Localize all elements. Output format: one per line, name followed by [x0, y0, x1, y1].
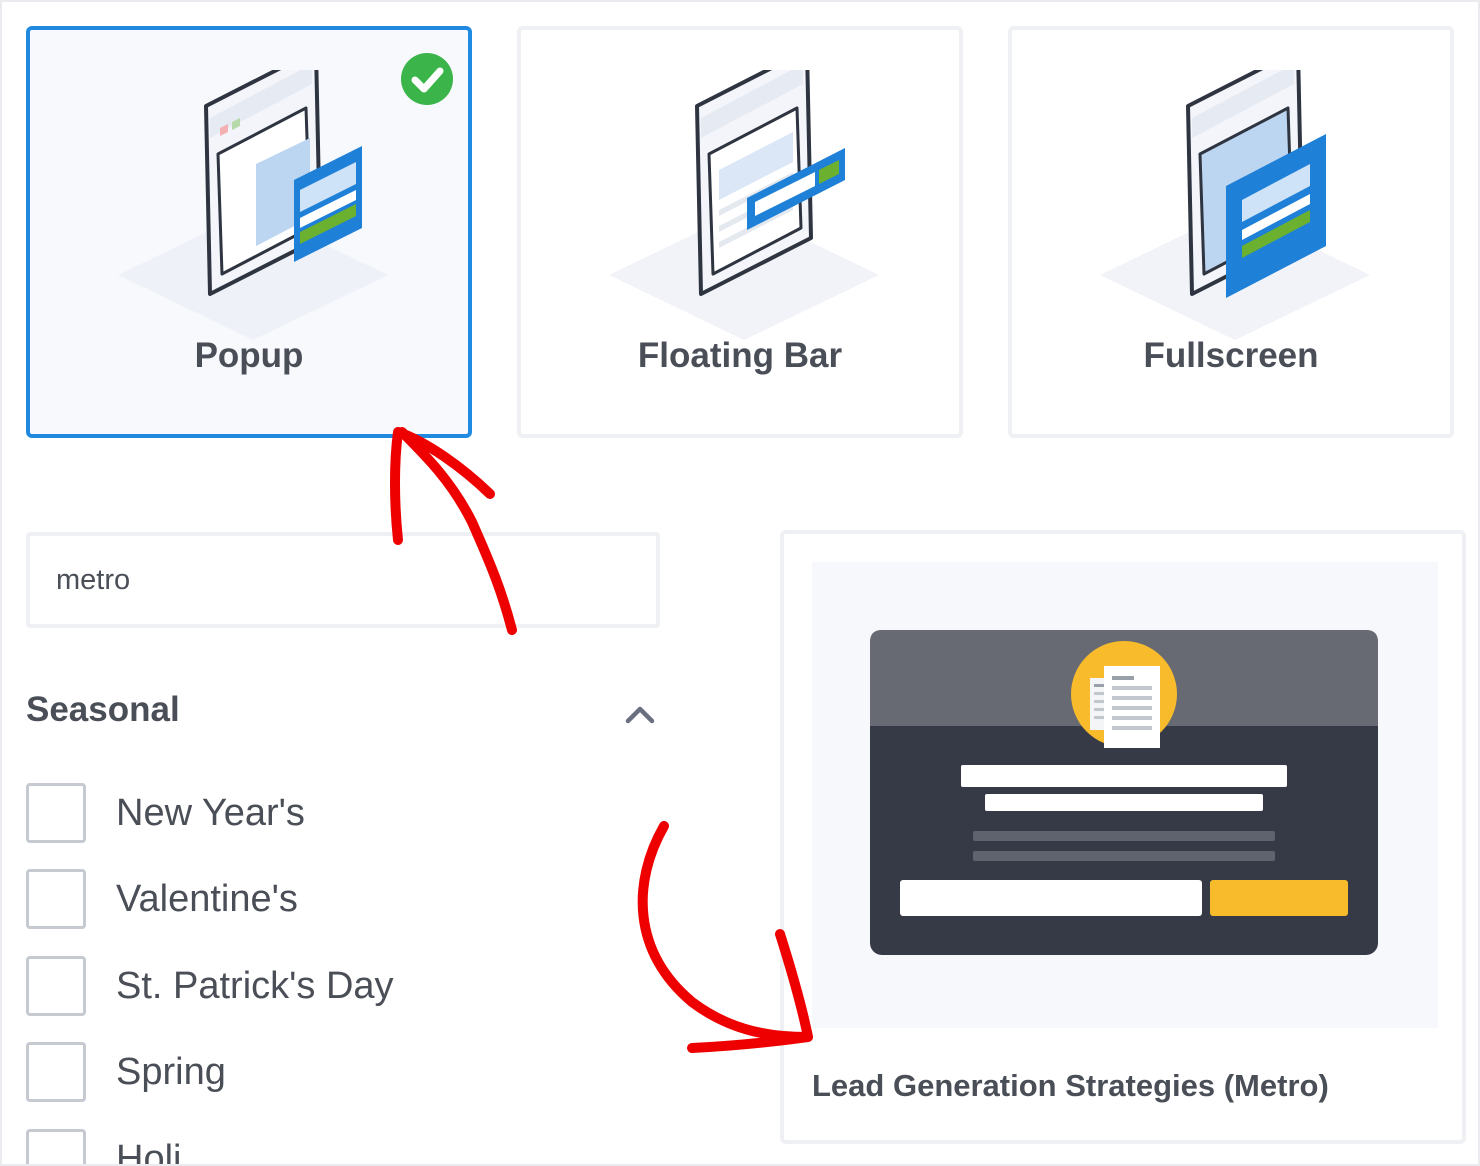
filter-item-label: New Year's: [116, 791, 305, 834]
filter-item-valentines[interactable]: Valentine's: [26, 868, 526, 930]
template-card[interactable]: Lead Generation Strategies (Metro): [780, 530, 1466, 1144]
arrow-up-head: [390, 427, 495, 545]
template-thumbnail[interactable]: [812, 562, 1438, 1028]
chevron-up-icon[interactable]: [620, 696, 660, 732]
campaign-type-label: Fullscreen: [1143, 336, 1319, 375]
filter-item-holi[interactable]: Holi: [26, 1128, 526, 1166]
fullscreen-type-icon: [1100, 70, 1370, 340]
filter-checkbox[interactable]: [26, 1042, 86, 1102]
filter-item-label: Valentine's: [116, 877, 298, 920]
campaign-type-floating-bar[interactable]: Floating Bar: [517, 26, 963, 438]
filter-item-spring[interactable]: Spring: [26, 1041, 526, 1103]
campaign-type-popup[interactable]: Popup: [26, 26, 472, 438]
floating-bar-type-icon: [609, 70, 879, 340]
filter-checkbox[interactable]: [26, 869, 86, 929]
campaign-type-fullscreen[interactable]: Fullscreen: [1008, 26, 1454, 438]
popup-type-icon: [118, 70, 388, 340]
template-picker-screen: Popup Floating Bar Fullscreen metro Seas…: [0, 0, 1480, 1166]
filter-checkbox[interactable]: [26, 1129, 86, 1164]
template-title: Lead Generation Strategies (Metro): [812, 1068, 1329, 1103]
template-search-input[interactable]: [26, 532, 660, 628]
check-circle-icon: [401, 53, 453, 105]
filter-checkbox[interactable]: [26, 783, 86, 843]
filter-item-label: Holi: [116, 1137, 182, 1166]
campaign-type-label: Floating Bar: [637, 336, 843, 375]
filter-checkbox[interactable]: [26, 956, 86, 1016]
filter-item-new-years[interactable]: New Year's: [26, 782, 526, 844]
filter-item-label: Spring: [116, 1050, 226, 1093]
filter-group-title: Seasonal: [26, 690, 180, 729]
template-preview-graphic: [870, 630, 1378, 955]
filter-item-st-patricks-day[interactable]: St. Patrick's Day: [26, 955, 526, 1017]
campaign-type-label: Popup: [194, 336, 304, 375]
filter-item-label: St. Patrick's Day: [116, 964, 394, 1007]
